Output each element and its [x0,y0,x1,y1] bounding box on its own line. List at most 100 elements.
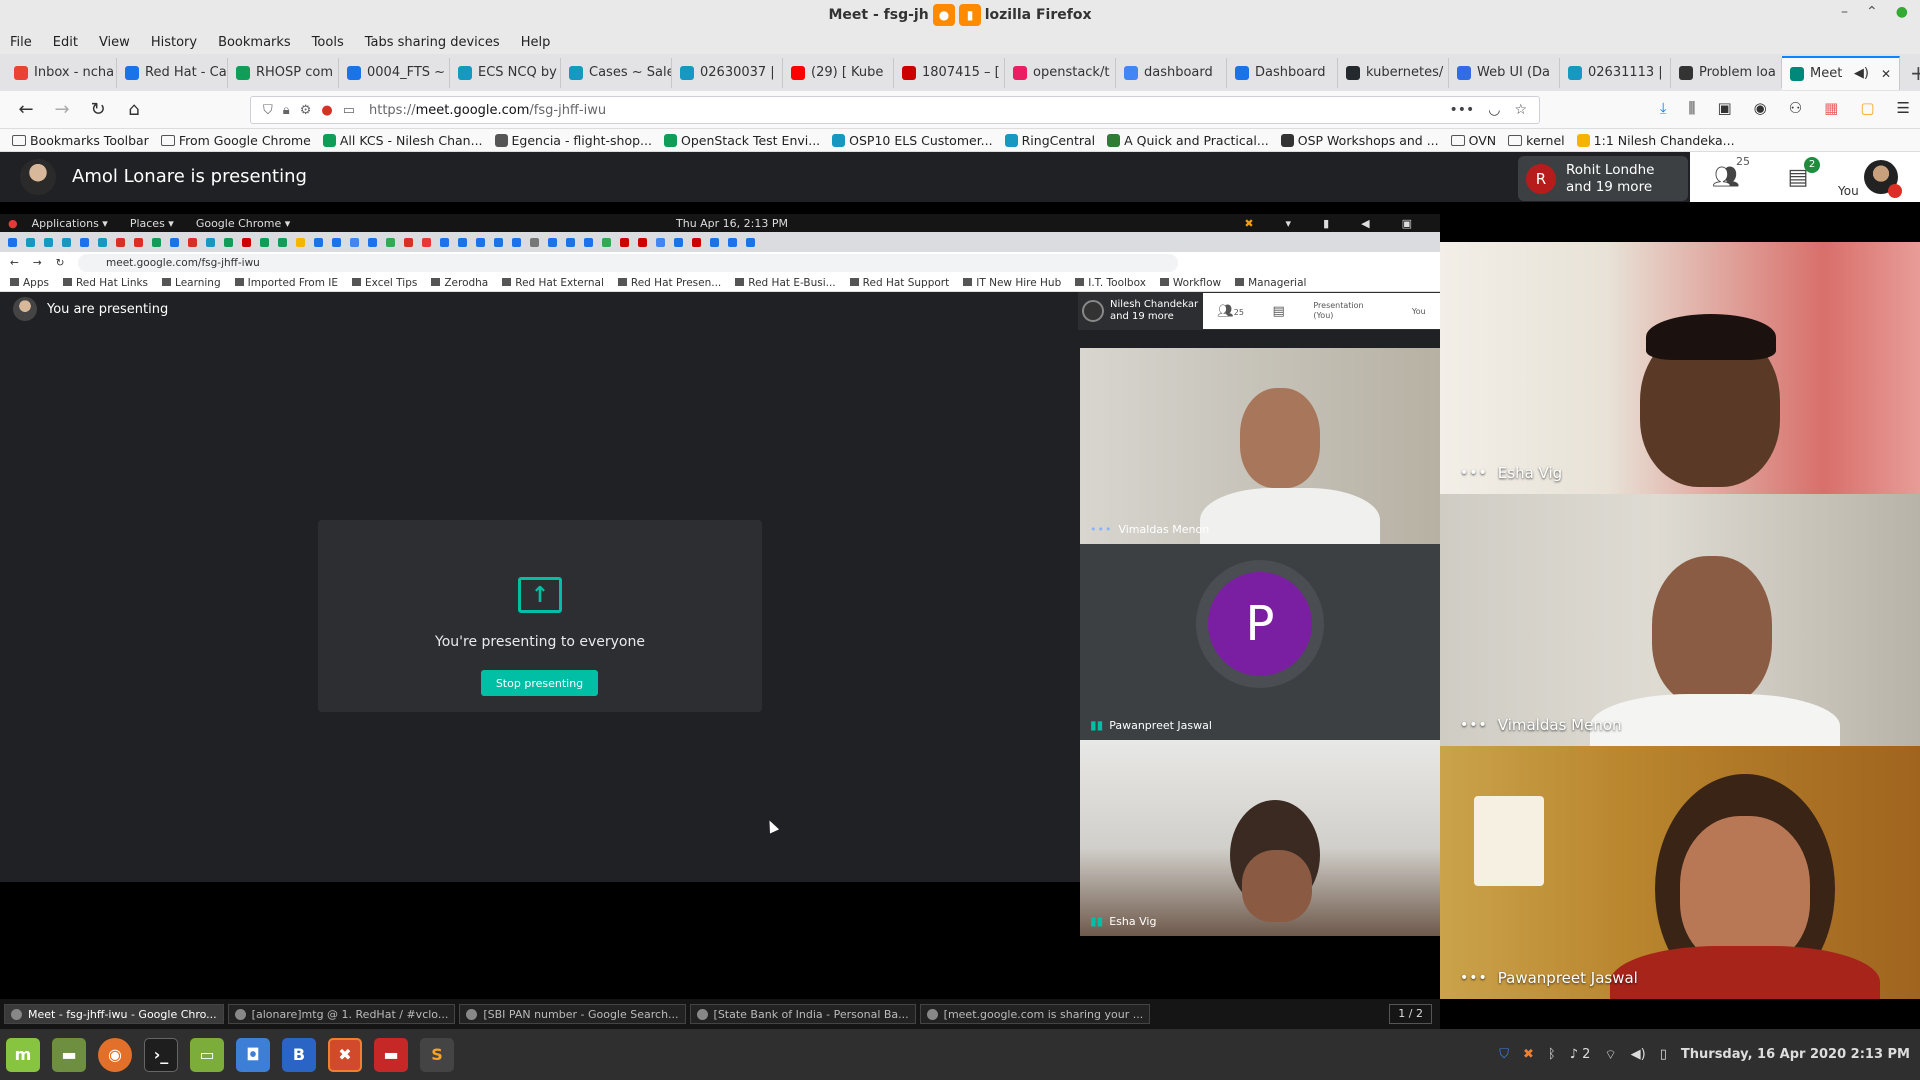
menu-history[interactable]: History [151,35,197,50]
tile-pawanpreet-jaswal[interactable]: ••• Pawanpreet Jaswal [1440,746,1920,999]
tab[interactable]: Red Hat - Ca [117,57,228,88]
menu-edit[interactable]: Edit [53,35,78,50]
bookmark-favicon-icon [322,133,336,147]
tab[interactable]: dashboard [1116,57,1227,88]
xchat-tray-icon[interactable]: ✖ [1523,1047,1534,1062]
bookmark-item[interactable]: OVN [1450,133,1496,148]
tab[interactable]: 02630037 | [672,57,783,88]
tab[interactable]: Web UI (Da [1449,57,1560,88]
bluejeans-launcher-icon[interactable]: B [282,1037,316,1072]
shield-tray-icon[interactable]: ⛉ [1499,1047,1509,1062]
inner-tab-favicon-icon [313,237,323,247]
notifications-tray-icon[interactable]: ♪ 2 [1570,1047,1591,1062]
participants-button[interactable]: 👥︎ 25 [1690,155,1762,190]
reload-button[interactable]: ↻ [82,96,114,124]
bookmark-item[interactable]: Bookmarks Toolbar [12,133,149,148]
bookmark-item[interactable]: 1:1 Nilesh Chandeka... [1576,133,1735,148]
tab[interactable]: RHOSP com [228,57,339,88]
terminal-launcher-icon[interactable]: ›_ [144,1037,178,1072]
more-options-icon[interactable]: ••• [1460,465,1488,481]
microphone-permission-icon[interactable]: ● [321,103,332,118]
firefox-sharing-icon[interactable]: ● [933,4,955,26]
close-tab-icon[interactable]: ✕ [1881,67,1891,81]
bookmark-item[interactable]: OSP10 ELS Customer... [832,133,993,148]
page-actions-icon[interactable]: ••• [1449,102,1474,118]
bookmark-item[interactable]: A Quick and Practical... [1107,133,1269,148]
bluetooth-tray-icon[interactable]: ᛒ [1548,1047,1556,1062]
tab[interactable]: Cases ~ Sale [561,57,672,88]
screenshot-launcher-icon[interactable]: ◘ [236,1037,270,1072]
tracking-shield-icon[interactable]: ⛉ [263,103,273,118]
bookmark-item[interactable]: OSP Workshops and ... [1280,133,1439,148]
bookmark-favicon-icon [663,133,677,147]
addon-icon[interactable]: ▦ [1824,99,1838,117]
files-launcher-icon[interactable]: ▭ [190,1037,224,1072]
pocket-icon[interactable]: ◡ [1488,102,1500,118]
tab[interactable]: kubernetes/ [1338,57,1449,88]
menu-view[interactable]: View [99,35,130,50]
battery-tray-icon[interactable]: ▯ [1660,1047,1667,1062]
show-desktop-icon[interactable]: ▬ [52,1037,86,1072]
bookmark-item[interactable]: All KCS - Nilesh Chan... [322,133,483,148]
more-options-icon[interactable]: ••• [1460,717,1488,733]
account-icon[interactable]: ◉ [1754,99,1767,117]
tab[interactable]: 02631113 | [1560,57,1671,88]
tab[interactable]: (29) [ Kube [783,57,894,88]
bookmark-item[interactable]: From Google Chrome [160,133,311,148]
sidebar-icon[interactable]: ▣ [1717,99,1731,117]
bookmark-item[interactable]: RingCentral [1004,133,1095,148]
downloads-icon[interactable]: ⤓ [1660,99,1667,117]
permissions-icon[interactable]: ⚙ [300,103,312,118]
menu-file[interactable]: File [10,35,32,50]
tab[interactable]: ECS NCQ by [450,57,561,88]
bookmark-item[interactable]: Egencia - flight-shop... [494,133,652,148]
bookmark-item[interactable]: kernel [1508,133,1565,148]
tile-vimaldas-menon[interactable]: ••• Vimaldas Menon [1440,494,1920,746]
extension-icon[interactable]: ⚇ [1789,99,1802,117]
firefox-launcher-icon[interactable]: ◉ [98,1037,132,1072]
active-speaker-chip[interactable]: R Rohit Londhe and 19 more [1518,156,1688,201]
sublime-launcher-icon[interactable]: S [420,1037,454,1072]
inner-taskbar-app-icon [926,1008,938,1020]
xchat-launcher-icon[interactable]: ✖ [328,1037,362,1072]
bookmark-item[interactable]: OpenStack Test Envi... [663,133,820,148]
tab[interactable]: Inbox - ncha [6,57,117,88]
hamburger-menu-icon[interactable]: ☰ [1897,99,1910,117]
more-options-icon[interactable]: ••• [1460,970,1488,986]
mint-menu-icon[interactable]: m [6,1037,40,1072]
menu-help[interactable]: Help [521,35,551,50]
bookmark-star-icon[interactable]: ☆ [1514,102,1527,118]
tab[interactable]: Dashboard [1227,57,1338,88]
maximize-button[interactable]: ⌃ [1866,4,1878,20]
microphone-sharing-icon[interactable]: ▮ [959,4,981,26]
tab[interactable]: 1807415 – [ [894,57,1005,88]
minimize-button[interactable]: – [1841,4,1848,20]
tile-esha-vig[interactable]: ••• Esha Vig [1440,242,1920,494]
inner-folder-icon [735,277,745,286]
new-tab-button[interactable]: + [1910,61,1920,85]
url-bar[interactable]: ⛉ 🔒︎ ⚙ ● ▭ https://meet.google.com/fsg-j… [250,96,1540,124]
sharing-indicator[interactable]: ● ▮ [933,4,981,26]
tab-audio-icon[interactable]: ◀) [1854,66,1869,81]
inner-folder-icon [849,277,859,286]
menu-tools[interactable]: Tools [312,35,344,50]
menu-tabs-sharing[interactable]: Tabs sharing devices [365,35,500,50]
back-button[interactable]: ← [10,96,42,124]
home-button[interactable]: ⌂ [118,96,150,124]
panel-clock[interactable]: Thursday, 16 Apr 2020 2:13 PM [1681,1047,1910,1062]
volume-tray-icon[interactable]: ◀) [1631,1047,1646,1062]
tab-active[interactable]: Meet ◀) ✕ [1782,55,1900,90]
addon-2-icon[interactable]: ▢ [1860,99,1874,117]
menu-bookmarks[interactable]: Bookmarks [218,35,291,50]
tab[interactable]: 0004_FTS ~ [339,57,450,88]
screen-share-icon[interactable]: ▭ [343,103,355,118]
close-window-button[interactable]: ● [1896,4,1908,20]
library-icon[interactable]: ⫼ [1689,99,1696,117]
lock-icon[interactable]: 🔒︎ [283,103,290,118]
tab[interactable]: openstack/t [1005,57,1116,88]
tab[interactable]: Problem loa [1671,57,1782,88]
forward-button[interactable]: → [46,96,78,124]
chat-button[interactable]: ▤ 2 [1762,156,1834,190]
red-terminal-launcher-icon[interactable]: ▬ [374,1037,408,1072]
wifi-tray-icon[interactable]: ⌔ [1604,1047,1616,1063]
